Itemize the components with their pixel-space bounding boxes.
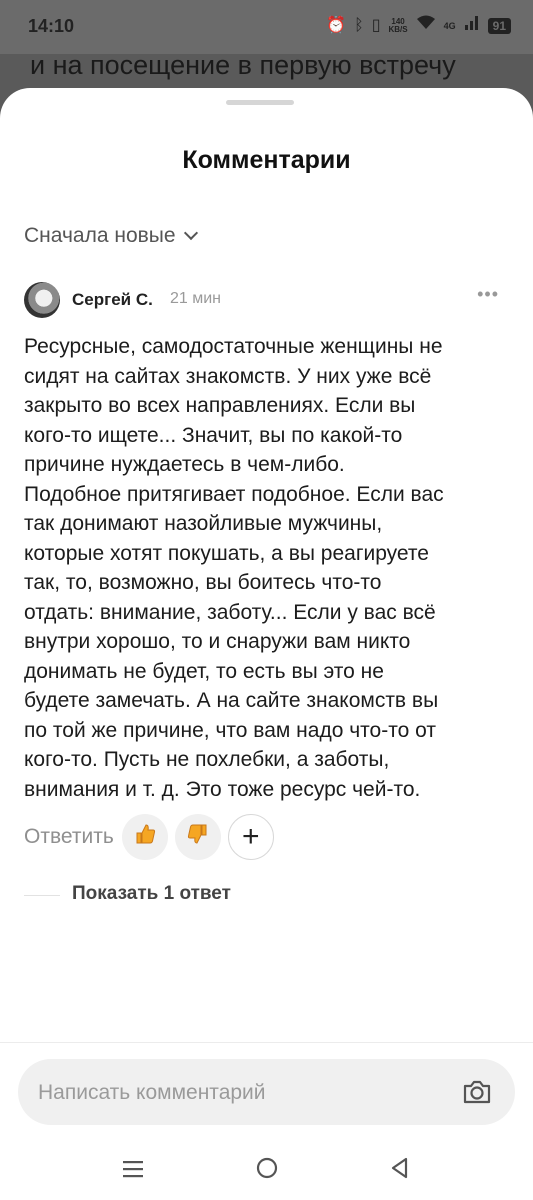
comment-author[interactable]: Сергей С. bbox=[72, 290, 153, 310]
status-icons: ⏰ ᛒ ▯ 140 KB/S 4G 91 bbox=[326, 14, 511, 37]
comment-line: отдать: внимание, заботу... Если у вас в… bbox=[24, 600, 436, 624]
status-bar: 14:10 ⏰ ᛒ ▯ 140 KB/S 4G 91 bbox=[0, 0, 533, 54]
background-article-text: и на посещение в первую встречу bbox=[30, 50, 456, 80]
comment-line: так донимают назойливые мужчины, bbox=[24, 512, 383, 535]
home-icon[interactable] bbox=[255, 1156, 279, 1187]
comment-line: внимания и т. д. Это тоже ресурс чей-то. bbox=[24, 777, 421, 801]
alarm-icon: ⏰ bbox=[326, 16, 347, 34]
show-replies-button[interactable]: Показать 1 ответ bbox=[72, 883, 231, 905]
comment-line: Подобное притягивает подобное. Если вас bbox=[24, 482, 444, 506]
comment-actions: Ответить + bbox=[24, 814, 274, 860]
comment-line: закрыто во всех направлениях. Если вы bbox=[24, 394, 416, 417]
more-options-icon[interactable]: ••• bbox=[477, 284, 499, 305]
bluetooth-icon: ᛒ bbox=[354, 16, 364, 34]
comment-header: Сергей С. 21 мин ••• bbox=[24, 282, 509, 318]
comments-sheet: Комментарии Сначала новые Сергей С. 21 м… bbox=[0, 88, 533, 1200]
comment-line: внутри хорошо, то и снаружи вам никто bbox=[24, 630, 411, 653]
comment-input[interactable] bbox=[36, 1059, 460, 1127]
net-speed-unit: KB/S bbox=[388, 24, 408, 34]
signal-label: 4G bbox=[443, 20, 456, 31]
dislike-button[interactable] bbox=[174, 814, 221, 860]
chevron-down-icon bbox=[183, 225, 198, 241]
plus-icon: + bbox=[242, 820, 260, 853]
status-time: 14:10 bbox=[28, 16, 75, 36]
sheet-title: Комментарии bbox=[182, 146, 351, 174]
back-icon[interactable] bbox=[388, 1156, 410, 1187]
comment-composer bbox=[18, 1059, 515, 1127]
system-navbar bbox=[0, 1140, 533, 1200]
battery-indicator: 91 bbox=[487, 17, 511, 34]
comment-line: Ресурсные, самодостаточные женщины не bbox=[24, 335, 443, 358]
sort-label: Сначала новые bbox=[24, 224, 176, 247]
comment-line: кого-то. Пусть не похлебки, а заботы, bbox=[24, 748, 390, 771]
comment-line: причине нуждаетесь в чем-либо. bbox=[24, 453, 345, 476]
net-speed: 140 KB/S bbox=[388, 17, 408, 34]
signal-icon bbox=[464, 14, 480, 37]
comment-line: по той же причине, что вам надо что-то о… bbox=[24, 718, 436, 742]
comment-line: будете замечать. А на сайте знакомств вы bbox=[24, 689, 439, 712]
add-reaction-button[interactable]: + bbox=[227, 814, 274, 860]
comment-text: Ресурсные, самодостаточные женщины не си… bbox=[24, 332, 514, 804]
sheet-drag-handle[interactable] bbox=[226, 100, 294, 105]
thumbs-up-icon bbox=[134, 823, 156, 851]
wifi-icon bbox=[416, 14, 436, 37]
comment-line: так, то, возможно, вы боитесь что-то bbox=[24, 571, 382, 594]
comment-line: кого-то ищете... Значит, вы по какой-то bbox=[24, 423, 403, 447]
recent-apps-icon[interactable] bbox=[122, 1156, 144, 1187]
comment-line: донимать не будет, то есть вы это не bbox=[24, 659, 384, 683]
comment-time: 21 мин bbox=[170, 290, 222, 307]
replies-divider bbox=[24, 895, 60, 896]
avatar[interactable] bbox=[24, 282, 60, 318]
reply-button[interactable]: Ответить bbox=[24, 825, 114, 849]
thumbs-down-icon bbox=[187, 823, 209, 851]
vibrate-icon: ▯ bbox=[371, 16, 381, 34]
camera-icon[interactable] bbox=[461, 1076, 493, 1108]
comment-line: которые хотят покушать, а вы реагируете bbox=[24, 541, 429, 565]
sort-dropdown[interactable]: Сначала новые bbox=[24, 224, 198, 248]
composer-divider bbox=[0, 1042, 533, 1043]
like-button[interactable] bbox=[121, 814, 168, 860]
comment-line: сидят на сайтах знакомств. У них уже всё bbox=[24, 364, 432, 388]
